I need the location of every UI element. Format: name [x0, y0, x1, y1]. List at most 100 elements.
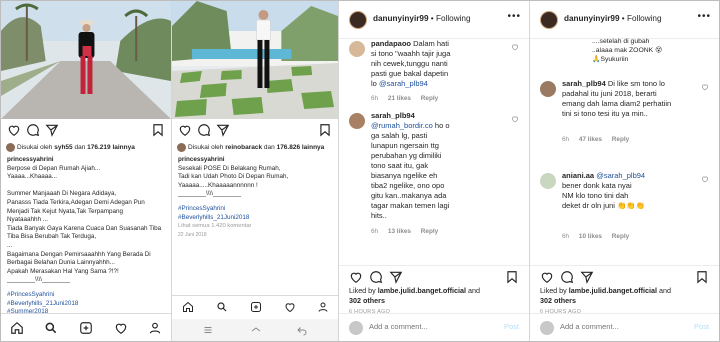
caption-line: Nyataaahhh ... — [7, 216, 48, 224]
comment-likes[interactable]: 10 likes — [579, 233, 602, 240]
search-icon[interactable] — [216, 301, 228, 313]
header-username[interactable]: danunyinyir99 — [373, 14, 429, 23]
hashtag-link[interactable]: #Beverlyhills_21Juni2018 — [7, 300, 167, 309]
commenter-avatar[interactable] — [540, 173, 556, 189]
likes-summary: Disukai oleh syh55 dan 176.219 lainnya — [6, 143, 135, 152]
comment-likes[interactable]: 13 likes — [388, 228, 411, 235]
activity-icon[interactable] — [284, 301, 296, 313]
post-action-bar — [7, 123, 165, 139]
heart-icon[interactable] — [178, 123, 192, 137]
share-icon[interactable] — [389, 270, 403, 284]
caption-line: Sesekali POSE Di Belakang Rumah, — [178, 164, 281, 172]
post-photo-front[interactable] — [1, 1, 171, 119]
view-all-comments-link[interactable]: Lihat semua 1.420 komentar — [178, 222, 334, 231]
caption-username[interactable]: princessyahrini — [178, 156, 334, 165]
caption-line: Tiba Bisa Berubah Tak Terduga, — [7, 233, 97, 241]
liked-by-others[interactable]: 302 others — [540, 296, 671, 306]
more-icon[interactable]: ••• — [507, 11, 521, 22]
caption-line: Tiada Banyak Gaya Karena Cuaca Dan Suasa… — [7, 224, 162, 232]
bookmark-icon[interactable] — [695, 270, 709, 284]
home-icon[interactable] — [182, 301, 194, 313]
comment-input[interactable] — [369, 322, 479, 331]
share-icon[interactable] — [580, 270, 594, 284]
commenter-username[interactable]: sarah_plb94 — [562, 79, 606, 88]
likes-summary: Disukai oleh reinobarack dan 176.826 lai… — [177, 143, 324, 152]
comment-like-icon[interactable] — [701, 83, 709, 91]
reply-button[interactable]: Reply — [612, 233, 629, 240]
bottom-navigation — [1, 313, 171, 341]
comment-like-icon[interactable] — [701, 175, 709, 183]
caption-line: Summer Manjaaah Di Negara Adidaya, — [7, 190, 117, 198]
post-photo-back[interactable] — [172, 1, 338, 119]
likes-count[interactable]: 176.826 lainnya — [277, 144, 325, 151]
comment-meta: 6h 47 likes Reply — [562, 136, 630, 143]
heart-icon[interactable] — [349, 270, 363, 284]
liker-username[interactable]: reinobarack — [225, 144, 262, 151]
profile-icon[interactable] — [148, 321, 162, 335]
commenter-avatar[interactable] — [349, 41, 365, 57]
avatar[interactable] — [349, 11, 367, 29]
hashtag-link[interactable]: #Beverlyhills_21Juni2018 — [178, 214, 334, 223]
liked-by-username[interactable]: lambe.julid.banget.official — [378, 286, 466, 295]
caption-line: Panasss Tiada Terkira,Adegan Demi Adegan… — [7, 198, 145, 206]
reply-button[interactable]: Reply — [421, 95, 438, 102]
bookmark-icon[interactable] — [318, 123, 332, 137]
comment-icon[interactable] — [560, 270, 574, 284]
caption-body: Berpose di Depan Rumah Ajiah... Yaaaa...K… — [7, 165, 167, 285]
profile-icon[interactable] — [317, 301, 329, 313]
comment-icon[interactable] — [369, 270, 383, 284]
add-icon[interactable] — [79, 321, 93, 335]
caption-line: Menjadi Tak Kejut Nyata,Tak Terpampang — [7, 207, 123, 215]
heart-icon[interactable] — [540, 270, 554, 284]
likes-count[interactable]: 176.219 lainnya — [87, 144, 135, 151]
caption-username[interactable]: princessyahrini — [7, 156, 167, 165]
share-icon[interactable] — [216, 123, 230, 137]
post-action-bar — [178, 123, 332, 139]
commenter-username[interactable]: pandapaoo — [371, 39, 411, 48]
commenter-username[interactable]: sarah_plb94 — [371, 111, 509, 121]
bookmark-icon[interactable] — [151, 123, 165, 137]
reply-button[interactable]: Reply — [421, 228, 438, 235]
comment-like-icon[interactable] — [511, 43, 519, 51]
caption-line: Berbagai Belahan Dunia Lainnyahhh... — [7, 259, 115, 267]
commenter-avatar[interactable] — [349, 113, 365, 129]
header-username[interactable]: danunyinyir99 — [564, 14, 620, 23]
comment-likes[interactable]: 47 likes — [579, 136, 602, 143]
reply-button[interactable]: Reply — [612, 136, 629, 143]
comment-mention[interactable]: @sarah_plb94 — [596, 171, 645, 180]
commenter-avatar[interactable] — [540, 81, 556, 97]
following-button[interactable]: Following — [627, 14, 662, 23]
home-icon[interactable] — [10, 321, 24, 335]
liked-by-others[interactable]: 302 others — [349, 296, 480, 306]
add-icon[interactable] — [250, 301, 262, 313]
post-button[interactable]: Post — [694, 322, 709, 331]
avatar[interactable] — [540, 11, 558, 29]
following-button[interactable]: Following — [436, 14, 471, 23]
comment-meta: 6h 13 likes Reply — [371, 228, 439, 235]
hashtag-link[interactable]: #PrincesSyahrini — [7, 291, 167, 300]
comment-likes[interactable]: 21 likes — [388, 95, 411, 102]
post-caption: princessyahrini Sesekali POSE Di Belakan… — [178, 156, 334, 239]
comment-mention[interactable]: @sarah_plb94 — [379, 79, 428, 88]
comment-icon[interactable] — [26, 123, 40, 137]
comment-mention[interactable]: @rumah_bordir.co — [371, 121, 433, 130]
back-icon[interactable] — [296, 324, 308, 336]
commenter-username[interactable]: aniani.aa — [562, 171, 594, 180]
comment-icon[interactable] — [197, 123, 211, 137]
comment-input[interactable] — [560, 322, 670, 331]
system-nav-bar — [172, 319, 338, 341]
more-icon[interactable]: ••• — [697, 11, 711, 22]
liked-by-username[interactable]: lambe.julid.banget.official — [569, 286, 657, 295]
comment-like-icon[interactable] — [511, 115, 519, 123]
heart-icon[interactable] — [7, 123, 21, 137]
search-icon[interactable] — [44, 321, 58, 335]
post-date: 22 Juni 2018 — [178, 231, 207, 238]
liker-username[interactable]: syh55 — [54, 144, 72, 151]
hashtag-link[interactable]: #PrincesSyahrini — [178, 205, 334, 214]
post-button[interactable]: Post — [504, 322, 519, 331]
share-icon[interactable] — [45, 123, 59, 137]
menu-icon[interactable] — [202, 324, 214, 336]
bookmark-icon[interactable] — [505, 270, 519, 284]
activity-icon[interactable] — [114, 321, 128, 335]
home-button-icon[interactable] — [250, 324, 262, 336]
